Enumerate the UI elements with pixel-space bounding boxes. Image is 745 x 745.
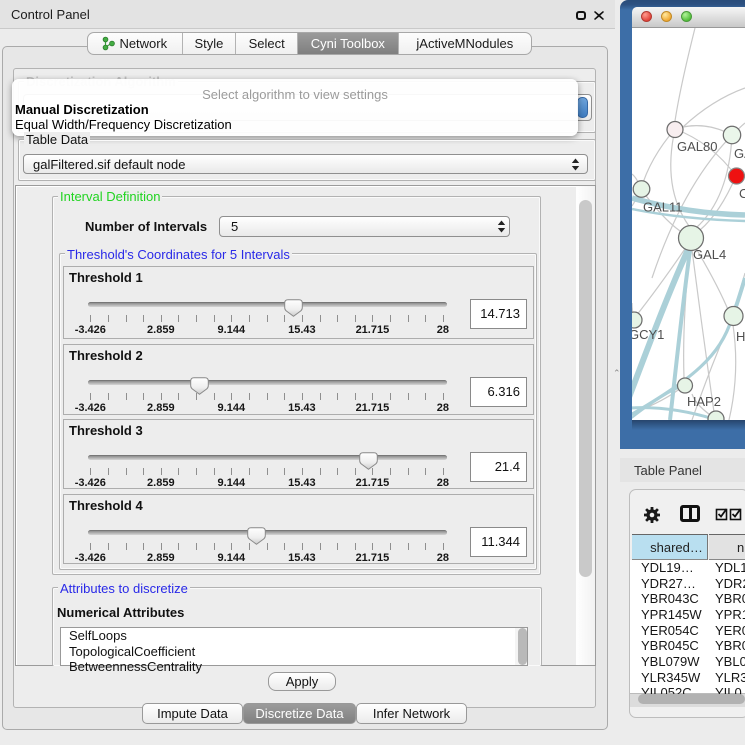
svg-text:GA: GA bbox=[734, 146, 745, 161]
svg-text:GAL11: GAL11 bbox=[643, 200, 683, 215]
svg-text:GAL4: GAL4 bbox=[693, 247, 726, 262]
svg-text:H: H bbox=[736, 329, 745, 344]
svg-text:GCY1: GCY1 bbox=[632, 327, 664, 342]
svg-text:C: C bbox=[739, 186, 745, 201]
svg-text:GAL80: GAL80 bbox=[677, 139, 717, 154]
svg-text:HAP2: HAP2 bbox=[687, 394, 721, 409]
